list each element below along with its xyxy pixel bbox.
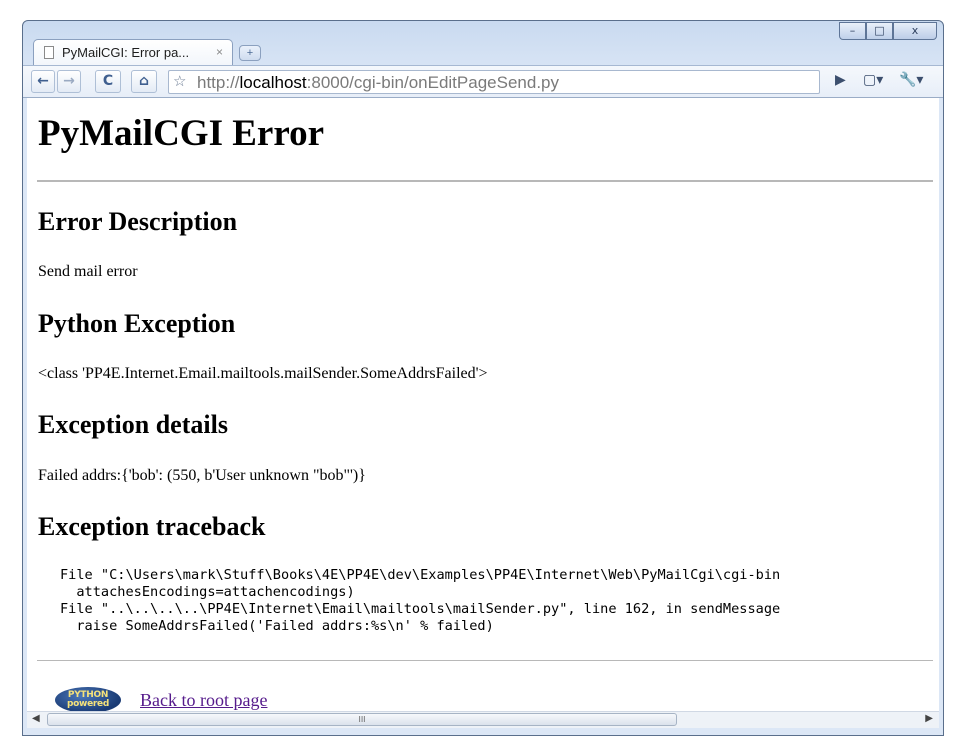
page-menu-button[interactable]: ▢▾: [863, 72, 883, 88]
section-text: Failed addrs:{'bob': (550, b'User unknow…: [38, 467, 366, 484]
section-heading: Python Exception: [38, 309, 236, 338]
section-heading: Error Description: [38, 207, 238, 236]
wrench-menu-button[interactable]: 🔧▾: [899, 72, 923, 88]
divider: [37, 180, 933, 182]
scroll-left-icon[interactable]: ◀: [32, 713, 40, 724]
tab-title: PyMailCGI: Error pa...: [62, 45, 190, 60]
page-icon: [44, 46, 54, 59]
page-title: PyMailCGI Error: [38, 113, 325, 154]
page-content: PyMailCGI Error Error Description Send m…: [27, 98, 939, 711]
python-powered-logo: PYTHON powered: [55, 687, 121, 711]
section-heading: Exception traceback: [38, 512, 266, 541]
browser-window: – □ x PyMailCGI: Error pa... × + ← → C ⌂…: [22, 20, 944, 736]
section-text: <class 'PP4E.Internet.Email.mailtools.ma…: [38, 365, 488, 382]
close-window-button[interactable]: x: [893, 22, 937, 40]
scrollbar-thumb[interactable]: III: [47, 713, 677, 726]
bookmark-star-icon[interactable]: ☆: [173, 72, 186, 90]
tab-close-icon[interactable]: ×: [216, 45, 223, 59]
horizontal-scrollbar[interactable]: ◀ III ▶: [27, 711, 939, 728]
divider: [37, 660, 933, 661]
back-button[interactable]: ←: [31, 70, 55, 93]
toolbar: ← → C ⌂ ☆ http://localhost:8000/cgi-bin/…: [23, 65, 943, 98]
section-heading: Exception details: [38, 410, 228, 439]
reload-button[interactable]: C: [95, 70, 121, 93]
address-bar[interactable]: ☆ http://localhost:8000/cgi-bin/onEditPa…: [168, 70, 820, 94]
traceback-text: File "C:\Users\mark\Stuff\Books\4E\PP4E\…: [60, 567, 781, 634]
minimize-button[interactable]: –: [839, 22, 866, 40]
section-text: Send mail error: [38, 263, 138, 280]
url-text[interactable]: http://localhost:8000/cgi-bin/onEditPage…: [197, 73, 559, 93]
play-icon[interactable]: ▶: [835, 72, 846, 88]
window-controls: – □ x: [839, 22, 937, 40]
back-to-root-link[interactable]: Back to root page: [140, 690, 267, 711]
scroll-right-icon[interactable]: ▶: [925, 713, 933, 724]
forward-button[interactable]: →: [57, 70, 81, 93]
new-tab-button[interactable]: +: [239, 45, 261, 61]
tab-active[interactable]: PyMailCGI: Error pa... ×: [33, 39, 233, 65]
home-button[interactable]: ⌂: [131, 70, 157, 93]
maximize-button[interactable]: □: [866, 22, 893, 40]
